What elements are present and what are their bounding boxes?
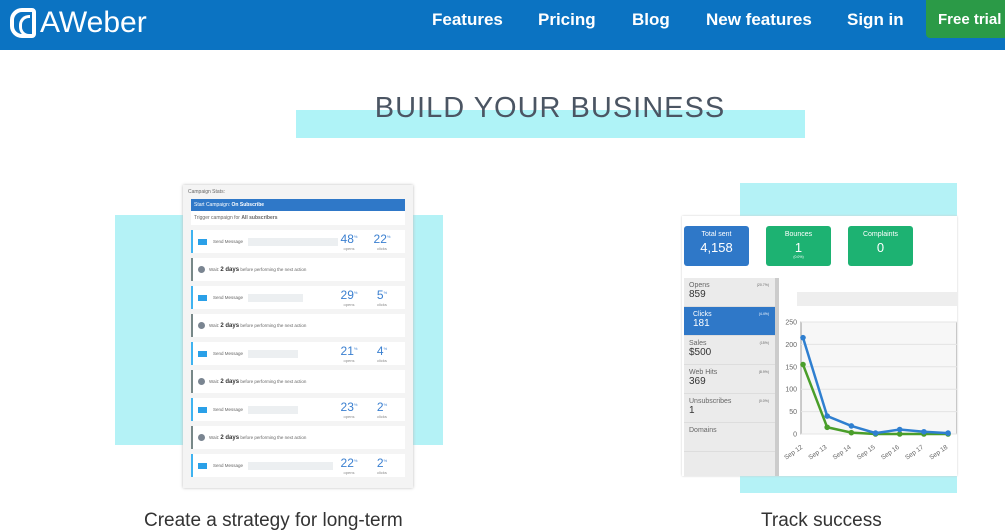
trigger-row: Trigger campaign for All subscribers — [191, 211, 405, 225]
clock-icon — [198, 322, 205, 329]
x-tick-label: Sep 17 — [904, 444, 925, 462]
clicks-stat: 2% clicks — [376, 400, 388, 419]
metrics-sidebar: (20.7%) Opens 859 (4.4%) Clicks 181 (15%) Sales… — [684, 278, 779, 476]
campaign-heading: Campaign Stats: — [188, 189, 225, 195]
y-tick-label: 0 — [793, 432, 797, 439]
data-point — [872, 430, 879, 436]
clicks-stat: 4% clicks — [376, 344, 388, 363]
send-message-row[interactable]: Send Message 23% opens 2% clicks — [191, 398, 405, 421]
opens-stat: 22% opens — [340, 456, 358, 475]
message-bar — [248, 405, 299, 414]
y-tick-label: 100 — [785, 387, 797, 394]
send-message-row[interactable]: Send Message 48% opens 22% clicks — [191, 230, 405, 253]
campaign-stats-card: Campaign Stats: Start Campaign: On Subsc… — [183, 185, 413, 488]
clicks-stat: 22% clicks — [373, 232, 391, 251]
header: AWeber Features Pricing Blog New feature… — [0, 0, 1005, 50]
nav-blog[interactable]: Blog — [632, 0, 670, 40]
kpi-card: Total sent 4,158 — [684, 226, 749, 266]
data-point — [848, 423, 855, 429]
envelope-icon — [198, 294, 207, 301]
x-tick-label: Sep 12 — [783, 444, 804, 462]
nav-sign-in[interactable]: Sign in — [847, 0, 904, 40]
page-title: BUILD YOUR BUSINESS — [374, 92, 726, 124]
clock-icon — [198, 378, 205, 385]
data-point — [800, 361, 806, 368]
message-bar — [248, 293, 304, 302]
line-chart: 050100150200250Sep 12 Sep 13 Sep 14 Sep 15 S… — [783, 320, 957, 462]
data-point — [824, 413, 830, 419]
envelope-icon — [198, 238, 207, 245]
metric-item[interactable]: (8.9%) Web Hits 369 — [684, 365, 775, 394]
send-message-row[interactable]: Send Message 22% opens 2% clicks — [191, 454, 405, 477]
free-trial-button[interactable]: Free trial — [926, 0, 1005, 38]
logo-icon — [10, 8, 36, 38]
send-message-row[interactable]: Send Message 29% opens 5% clicks — [191, 286, 405, 309]
y-tick-label: 150 — [785, 364, 797, 371]
x-tick-label: Sep 14 — [832, 444, 853, 462]
metric-item[interactable]: (4.4%) Clicks 181 — [684, 307, 775, 336]
x-tick-label: Sep 13 — [807, 444, 828, 462]
envelope-icon — [198, 462, 207, 469]
wait-row[interactable]: Wait: 2 days before performing the next … — [191, 426, 405, 449]
opens-stat: 29% opens — [340, 288, 358, 307]
x-tick-label: Sep 18 — [928, 444, 949, 462]
data-point — [896, 426, 903, 433]
nav-pricing[interactable]: Pricing — [538, 0, 596, 40]
y-tick-label: 250 — [785, 320, 797, 327]
caption-left: Create a strategy for long-term — [144, 510, 403, 531]
x-tick-label: Sep 16 — [880, 444, 901, 462]
data-point — [848, 429, 855, 436]
x-tick-label: Sep 15 — [856, 444, 877, 462]
message-bar — [248, 461, 334, 470]
clicks-stat: 5% clicks — [376, 288, 388, 307]
metric-item[interactable]: (0.0%) Unsubscribes 1 — [684, 394, 775, 423]
kpi-card: Complaints 0 — [848, 226, 913, 266]
stats-dashboard: Total sent 4,158 Bounces 1 (0.0%) Complaints 0… — [682, 216, 957, 476]
metric-item[interactable]: (15%) Sales $500 — [684, 336, 775, 365]
data-point — [921, 428, 927, 435]
logo-text: AWeber — [40, 6, 147, 39]
nav-new-features[interactable]: New features — [706, 0, 812, 40]
envelope-icon — [198, 350, 207, 357]
metric-item[interactable]: Domains — [684, 423, 775, 452]
caption-right: Track success — [761, 510, 882, 531]
envelope-icon — [198, 406, 207, 413]
nav-features[interactable]: Features — [432, 0, 503, 40]
data-point — [945, 430, 951, 436]
data-point — [824, 424, 830, 431]
chart-header-bar — [797, 292, 957, 306]
wait-row[interactable]: Wait: 2 days before performing the next … — [191, 314, 405, 337]
clock-icon — [198, 266, 205, 273]
opens-stat: 21% opens — [340, 344, 358, 363]
kpi-card: Bounces 1 (0.0%) — [766, 226, 831, 266]
message-bar — [248, 349, 299, 358]
y-tick-label: 200 — [785, 342, 797, 349]
message-bar — [248, 237, 339, 246]
clicks-stat: 2% clicks — [376, 456, 388, 475]
opens-stat: 48% opens — [340, 232, 358, 251]
clock-icon — [198, 434, 205, 441]
wait-row[interactable]: Wait: 2 days before performing the next … — [191, 370, 405, 393]
start-campaign-bar: Start Campaign: On Subscribe — [191, 199, 405, 211]
aweber-logo[interactable]: AWeber — [10, 6, 147, 40]
y-tick-label: 50 — [789, 409, 797, 416]
send-message-row[interactable]: Send Message 21% opens 4% clicks — [191, 342, 405, 365]
metric-item[interactable]: (20.7%) Opens 859 — [684, 278, 775, 307]
opens-stat: 23% opens — [340, 400, 358, 419]
wait-row[interactable]: Wait: 2 days before performing the next … — [191, 258, 405, 281]
data-point — [800, 334, 806, 341]
